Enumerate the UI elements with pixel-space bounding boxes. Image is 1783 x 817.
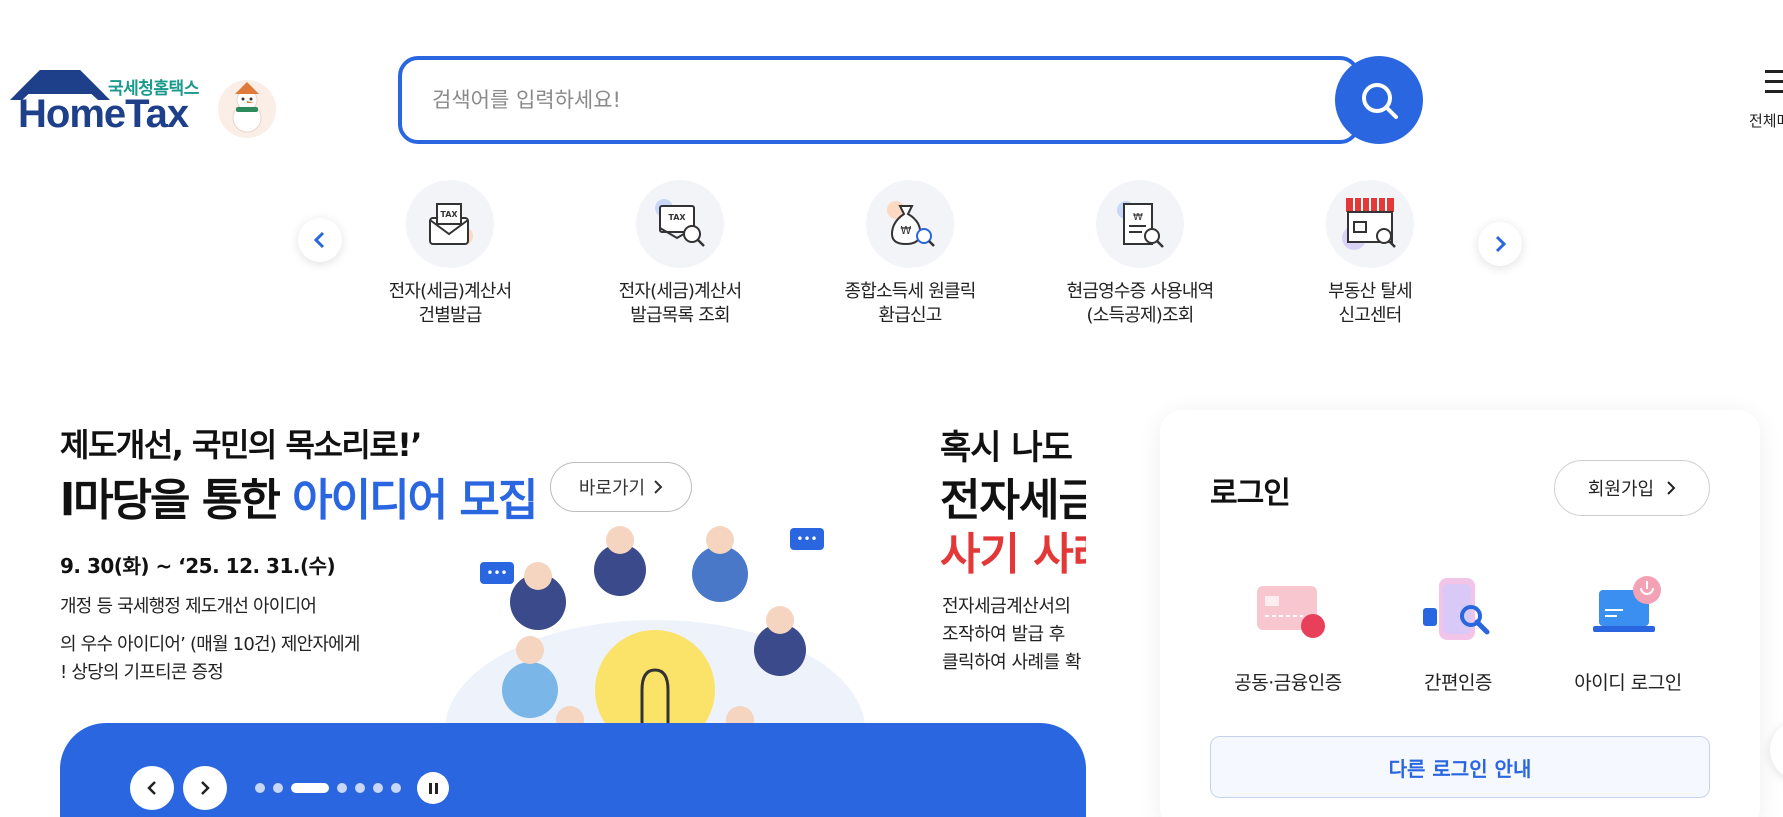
svg-text:TAX: TAX xyxy=(440,210,458,219)
quick-menu-item-income-tax-refund[interactable]: ₩ 종합소득세 원클릭 환급신고 xyxy=(810,180,1010,328)
banner-dot[interactable] xyxy=(273,783,283,793)
banner-dot-active[interactable] xyxy=(291,783,329,793)
banner-next-button[interactable] xyxy=(183,766,227,810)
hamburger-icon xyxy=(1765,70,1783,100)
banner-slide1-title: 제도개선, 국민의 목소리로!’ xyxy=(60,426,423,464)
store-search-icon xyxy=(1326,180,1414,268)
chevron-right-icon xyxy=(201,781,210,795)
svg-text:₩: ₩ xyxy=(1133,212,1143,223)
banner-slide2-text: 조작하여 발급 후 xyxy=(942,624,1065,645)
money-bag-icon: ₩ xyxy=(866,180,954,268)
quick-menu-label: 종합소득세 원클릭 환급신고 xyxy=(844,281,976,326)
quick-menu-next-button[interactable] xyxy=(1478,222,1522,266)
login-panel: 로그인 회원가입 공동·금융인증 간편인증 아이디 로그인 다른 로그인 안내 xyxy=(1160,410,1760,817)
chevron-right-icon xyxy=(654,480,663,494)
banner-slide1-date: 9. 30(화) ~ ‘25. 12. 31.(수) xyxy=(60,554,336,578)
banner-dot[interactable] xyxy=(391,783,401,793)
search-icon xyxy=(1362,83,1398,119)
banner-slide1-text: ! 상당의 기프티콘 증정 xyxy=(60,662,224,683)
simple-auth-label: 간편인증 xyxy=(1424,672,1492,694)
banner-go-label: 바로가기 xyxy=(578,478,646,499)
login-title: 로그인 xyxy=(1210,476,1291,511)
svg-text:₩: ₩ xyxy=(901,224,912,237)
all-menu-label: 전체메 xyxy=(1749,112,1783,130)
all-menu-button[interactable]: 전체메 xyxy=(1745,66,1783,136)
id-login-option[interactable]: 아이디 로그인 xyxy=(1553,570,1703,695)
quick-menu-item-real-estate-report[interactable]: 부동산 탈세 신고센터 xyxy=(1270,180,1470,328)
quick-menu-prev-button[interactable] xyxy=(298,218,342,262)
quick-menu-label: 현금영수증 사용내역 (소득공제)조회 xyxy=(1066,281,1215,326)
banner-headline-prefix: l마당을 통한 xyxy=(60,475,293,526)
certificate-login-label: 공동·금융인증 xyxy=(1234,672,1342,694)
banner-slide2-title: 혹시 나도 xyxy=(940,428,1073,468)
chevron-left-icon xyxy=(147,781,156,795)
floating-side-button[interactable] xyxy=(1770,720,1783,780)
chevron-right-icon xyxy=(1667,481,1676,495)
hometax-logo[interactable]: 국세청홈택스 HomeTax xyxy=(10,70,280,140)
join-button[interactable]: 회원가입 xyxy=(1554,460,1710,516)
svg-text:•••: ••• xyxy=(486,566,507,580)
snowman-icon xyxy=(218,80,276,138)
receipt-search-icon: ₩ xyxy=(1096,180,1184,268)
svg-text:•••: ••• xyxy=(796,532,817,546)
banner-slide1-text: 개정 등 국세행정 제도개선 아이디어 xyxy=(60,596,317,617)
id-login-label: 아이디 로그인 xyxy=(1574,672,1682,694)
quick-menu-label: 전자(세금)계산서 발급목록 조회 xyxy=(618,281,743,326)
quick-menu-label: 전자(세금)계산서 건별발급 xyxy=(388,281,513,326)
tax-search-icon: TAX xyxy=(636,180,724,268)
banner-slide2-text: 클릭하여 사례를 확 xyxy=(942,652,1081,673)
other-login-guide-button[interactable]: 다른 로그인 안내 xyxy=(1210,736,1710,798)
id-login-laptop-icon xyxy=(1583,570,1673,650)
certificate-login-option[interactable]: 공동·금융인증 xyxy=(1213,570,1363,695)
banner-pause-button[interactable] xyxy=(417,772,449,804)
tax-envelope-icon: TAX xyxy=(406,180,494,268)
banner-go-button[interactable]: 바로가기 xyxy=(550,462,692,512)
quick-menu-item-e-invoice-issue[interactable]: TAX 전자(세금)계산서 건별발급 xyxy=(350,180,550,328)
banner-dot[interactable] xyxy=(255,783,265,793)
banner-dot[interactable] xyxy=(373,783,383,793)
quick-menu-label: 부동산 탈세 신고센터 xyxy=(1328,281,1413,326)
banner-prev-button[interactable] xyxy=(130,766,174,810)
search-button[interactable] xyxy=(1335,56,1423,144)
banner-dot[interactable] xyxy=(337,783,347,793)
join-label: 회원가입 xyxy=(1587,479,1655,500)
quick-menu-item-e-invoice-list[interactable]: TAX 전자(세금)계산서 발급목록 조회 xyxy=(580,180,780,328)
certificate-card-icon xyxy=(1243,570,1333,650)
search-box xyxy=(398,56,1360,144)
banner-slide1-text: 의 우수 아이디어’ (매월 10건) 제안자에게 xyxy=(60,634,360,655)
chevron-right-icon xyxy=(1495,235,1507,253)
search-input[interactable] xyxy=(432,80,1232,120)
simple-auth-phone-icon xyxy=(1413,570,1503,650)
banner-slide2-text: 전자세금계산서의 xyxy=(942,596,1071,617)
quick-menu-item-cash-receipt[interactable]: ₩ 현금영수증 사용내역 (소득공제)조회 xyxy=(1040,180,1240,328)
logo-title: HomeTax xyxy=(18,92,189,136)
banner-dot[interactable] xyxy=(355,783,365,793)
banner-carousel: 제도개선, 국민의 목소리로!’ l마당을 통한 아이디어 모집 바로가기 9.… xyxy=(60,400,1086,817)
chevron-left-icon xyxy=(313,231,325,249)
svg-text:TAX: TAX xyxy=(668,213,686,222)
banner-slide2-headline-red: 사기 사례 xyxy=(940,529,1086,580)
simple-auth-option[interactable]: 간편인증 xyxy=(1383,570,1533,695)
